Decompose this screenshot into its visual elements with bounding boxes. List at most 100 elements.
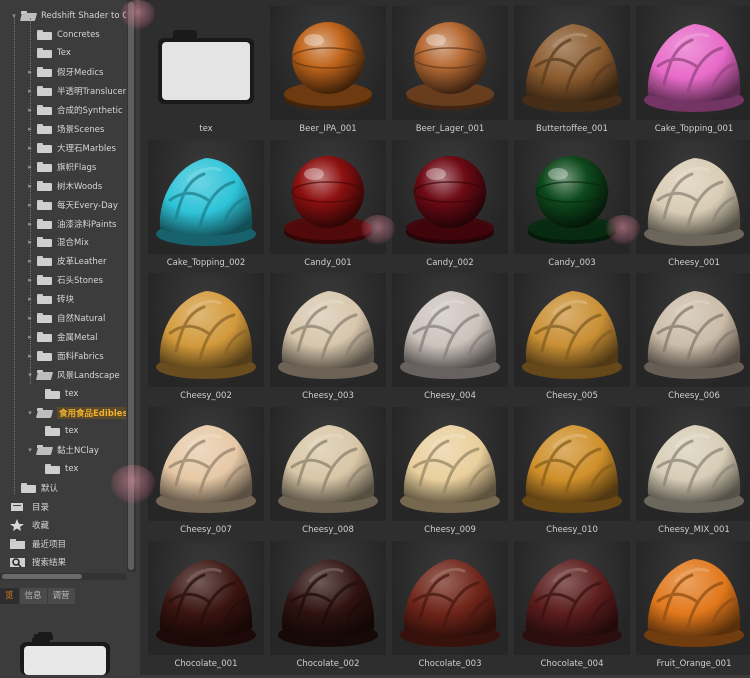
material-thumbnail-item[interactable]: Chocolate_003 — [392, 541, 508, 674]
library-section-item[interactable]: 收藏 — [10, 516, 49, 535]
material-thumbnail-item[interactable]: Cake_Topping_002 — [148, 140, 264, 273]
tree-item[interactable]: ▾ Redshift Shader to C — [10, 6, 126, 25]
tree-item[interactable]: tex — [34, 422, 78, 441]
material-thumbnail-item[interactable]: Chocolate_004 — [514, 541, 630, 674]
tree-item-label: 大理石Marbles — [57, 143, 116, 154]
tree-item-label: 每天Every-Day — [57, 200, 118, 211]
tree-item-label: 食用食品Edibles — [57, 406, 126, 419]
folder-icon — [37, 199, 52, 210]
chevron-right-icon[interactable]: ▸ — [26, 182, 34, 190]
chevron-right-icon[interactable]: ▸ — [26, 106, 34, 114]
material-preview — [392, 407, 508, 521]
chevron-right-icon[interactable]: ▸ — [26, 314, 34, 322]
chevron-right-icon[interactable]: ▸ — [26, 333, 34, 341]
tree-item-label: 皮革Leather — [57, 257, 107, 268]
material-thumbnail-item[interactable]: Chocolate_001 — [148, 541, 264, 674]
tree-item[interactable]: ▸ 面料Fabrics — [26, 346, 104, 365]
material-name: Cheesy_MIX_001 — [658, 525, 730, 535]
material-thumbnail-item[interactable]: Cheesy_010 — [514, 407, 630, 540]
tree-item[interactable]: ▸ 树木Woods — [26, 176, 102, 195]
material-preview — [514, 273, 630, 387]
material-thumbnail-item[interactable]: Beer_Lager_001 — [392, 6, 508, 139]
tree-item[interactable]: ▸ 旗帜Flags — [26, 157, 96, 176]
tree-item[interactable]: ▸ 场景Scenes — [26, 120, 104, 139]
chevron-right-icon[interactable]: ▸ — [26, 257, 34, 265]
chevron-right-icon[interactable]: ▸ — [26, 220, 34, 228]
tree-item[interactable]: ▸ 砖块 — [26, 290, 74, 309]
material-thumbnail-item[interactable]: Cheesy_003 — [270, 273, 386, 406]
material-thumbnail-item[interactable]: Cheesy_007 — [148, 407, 264, 540]
tree-item[interactable]: ▸ 半透明Translucer — [26, 82, 126, 101]
tree-item[interactable]: Tex — [26, 44, 71, 63]
tree-item[interactable]: Concretes — [26, 25, 100, 44]
tree-item[interactable]: ▸ 每天Every-Day — [26, 195, 118, 214]
tree-item[interactable]: ▸ 混合Mix — [26, 233, 89, 252]
material-thumbnail-item[interactable]: Buttertoffee_001 — [514, 6, 630, 139]
material-thumbnail-item[interactable]: Cheesy_009 — [392, 407, 508, 540]
material-thumbnail-item[interactable]: Cheesy_MIX_001 — [636, 407, 750, 540]
material-thumbnail-item[interactable]: Cake_Topping_001 — [636, 6, 750, 139]
tree-horizontal-scrollbar[interactable] — [0, 573, 126, 580]
chevron-right-icon[interactable]: ▸ — [26, 163, 34, 171]
chevron-right-icon[interactable]: ▸ — [26, 87, 34, 95]
material-thumbnail-item[interactable]: Candy_002 — [392, 140, 508, 273]
tree-item[interactable]: ▸ 假牙Medics — [26, 63, 103, 82]
panel-tab[interactable]: 调营 — [47, 588, 75, 604]
library-section-item[interactable]: 搜索结果 — [10, 553, 66, 572]
material-thumbnail-item[interactable]: Cheesy_002 — [148, 273, 264, 406]
material-thumbnail-item[interactable]: Cheesy_008 — [270, 407, 386, 540]
tree-item[interactable]: ▾ 食用食品Edibles — [26, 403, 126, 422]
material-thumbnail-item[interactable]: Cheesy_001 — [636, 140, 750, 273]
tree-item-label: 树木Woods — [57, 181, 103, 192]
material-name: Chocolate_003 — [418, 659, 482, 669]
material-thumbnail-item[interactable]: Cheesy_004 — [392, 273, 508, 406]
folder-icon — [45, 388, 60, 399]
tree-item[interactable]: ▸ 大理石Marbles — [26, 138, 116, 157]
tree-item[interactable]: ▸ 油漆涂料Paints — [26, 214, 116, 233]
chevron-down-icon[interactable]: ▾ — [26, 446, 34, 454]
material-thumbnail-item[interactable]: Cheesy_005 — [514, 273, 630, 406]
folder-icon — [45, 464, 60, 475]
tree-item[interactable]: tex — [34, 460, 78, 479]
chevron-right-icon[interactable]: ▸ — [26, 295, 34, 303]
panel-tab[interactable]: 信息 — [19, 588, 47, 604]
library-section-item[interactable]: 最近项目 — [10, 534, 66, 553]
chevron-right-icon[interactable]: ▸ — [26, 352, 34, 360]
tree-item[interactable]: ▸ 自然Natural — [26, 309, 105, 328]
scrollbar-thumb[interactable] — [2, 574, 82, 579]
material-thumbnail-item[interactable]: Candy_001 — [270, 140, 386, 273]
chevron-right-icon[interactable]: ▸ — [26, 125, 34, 133]
material-thumbnail-item[interactable]: Candy_003 — [514, 140, 630, 273]
library-section-item[interactable]: 目录 — [10, 497, 49, 516]
chevron-right-icon[interactable]: ▸ — [26, 68, 34, 76]
tree-item[interactable]: tex — [34, 384, 78, 403]
tree-item[interactable]: ▾ 风景Landscape — [26, 365, 120, 384]
library-section-label: 收藏 — [32, 521, 50, 531]
tree-item[interactable]: 默认 — [10, 479, 58, 498]
scrollbar-thumb[interactable] — [128, 2, 134, 570]
material-thumbnail-item[interactable]: Beer_IPA_001 — [270, 6, 386, 139]
material-thumbnail-item[interactable]: Fruit_Orange_001 — [636, 541, 750, 674]
chevron-right-icon[interactable]: ▸ — [26, 276, 34, 284]
tree-item[interactable]: ▾ 黏土NClay — [26, 441, 99, 460]
chevron-right-icon[interactable]: ▸ — [26, 144, 34, 152]
chevron-right-icon[interactable]: ▸ — [26, 238, 34, 246]
tree-item[interactable]: ▸ 合成的Synthetic — [26, 101, 123, 120]
folder-icon — [37, 29, 52, 40]
material-preview — [636, 407, 750, 521]
tree-item[interactable]: ▸ 金属Metal — [26, 327, 97, 346]
material-thumbnail-item[interactable]: Chocolate_002 — [270, 541, 386, 674]
material-thumbnail-item[interactable]: Cheesy_006 — [636, 273, 750, 406]
tree-item-label: 风景Landscape — [57, 370, 120, 381]
tree-item-label: 半透明Translucer — [57, 87, 126, 98]
panel-tab[interactable]: 览 — [0, 588, 19, 604]
chevron-down-icon[interactable]: ▾ — [26, 371, 34, 379]
folder-icon — [45, 426, 60, 437]
tree-item[interactable]: ▸ 石头Stones — [26, 271, 103, 290]
tree-vertical-scrollbar[interactable] — [127, 0, 136, 572]
grid-folder-item[interactable]: tex — [148, 6, 264, 139]
chevron-right-icon[interactable]: ▸ — [26, 201, 34, 209]
tree-item-label: Concretes — [57, 29, 100, 40]
chevron-down-icon[interactable]: ▾ — [26, 409, 34, 417]
tree-item[interactable]: ▸ 皮革Leather — [26, 252, 106, 271]
